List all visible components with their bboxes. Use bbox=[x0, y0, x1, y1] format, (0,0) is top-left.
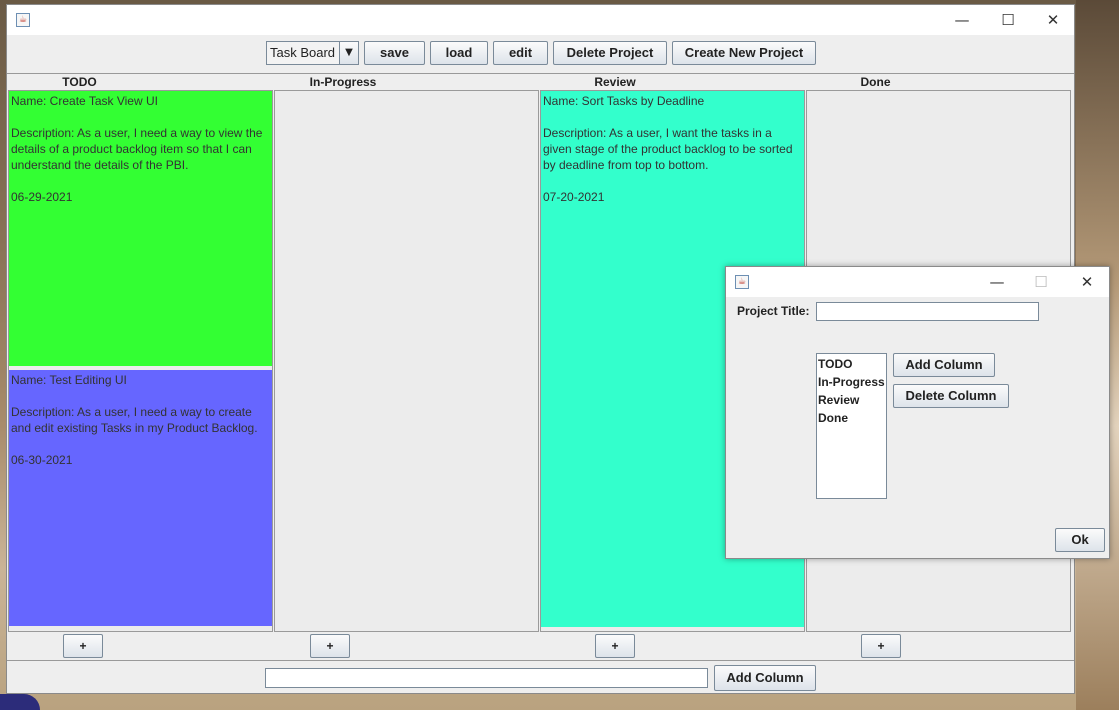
add-task-button-review[interactable]: + bbox=[595, 634, 635, 658]
add-task-button-todo[interactable]: + bbox=[63, 634, 103, 658]
list-item[interactable]: Review bbox=[818, 391, 885, 409]
bottom-bar: Add Column bbox=[7, 665, 1074, 691]
edit-button[interactable]: edit bbox=[493, 41, 548, 65]
save-button[interactable]: save bbox=[364, 41, 425, 65]
ok-button[interactable]: Ok bbox=[1055, 528, 1105, 552]
column-in-progress bbox=[274, 90, 539, 632]
task-name: Name: Create Task View UI bbox=[11, 94, 158, 108]
task-description: Description: As a user, I want the tasks… bbox=[543, 126, 793, 172]
list-item[interactable]: Done bbox=[818, 409, 885, 427]
add-column-button[interactable]: Add Column bbox=[714, 665, 816, 691]
minimize-button[interactable]: — bbox=[939, 5, 985, 35]
column-header-in-progress: In-Progress bbox=[309, 75, 377, 89]
column-header-todo: TODO bbox=[62, 75, 97, 89]
column-header-done: Done bbox=[860, 75, 891, 89]
dialog-close-button[interactable]: ✕ bbox=[1064, 267, 1110, 297]
task-card[interactable]: Name: Test Editing UI Description: As a … bbox=[9, 370, 272, 626]
toolbar: Task Board ▼ save load edit Delete Proje… bbox=[7, 41, 1074, 67]
task-description: Description: As a user, I need a way to … bbox=[11, 405, 258, 435]
java-app-icon: ☕ bbox=[16, 13, 30, 27]
list-item[interactable]: TODO bbox=[818, 355, 885, 373]
view-select-value: Task Board bbox=[270, 45, 336, 60]
task-name: Name: Sort Tasks by Deadline bbox=[543, 94, 705, 108]
view-select[interactable]: Task Board ▼ bbox=[266, 41, 359, 65]
task-date: 07-20-2021 bbox=[543, 190, 605, 204]
create-project-button[interactable]: Create New Project bbox=[672, 41, 816, 65]
add-task-button-in-progress[interactable]: + bbox=[310, 634, 350, 658]
dialog-minimize-button[interactable]: — bbox=[974, 267, 1020, 297]
delete-project-button[interactable]: Delete Project bbox=[553, 41, 667, 65]
list-item[interactable]: In-Progress bbox=[818, 373, 885, 391]
dialog-delete-column-button[interactable]: Delete Column bbox=[893, 384, 1009, 408]
dialog-maximize-button: ☐ bbox=[1034, 273, 1048, 291]
column-name-input[interactable] bbox=[265, 668, 708, 688]
task-name: Name: Test Editing UI bbox=[11, 373, 127, 387]
add-task-button-done[interactable]: + bbox=[861, 634, 901, 658]
java-app-icon: ☕ bbox=[735, 275, 749, 289]
project-dialog: ☕ — ☐ ✕ Project Title: TODO In-Progress … bbox=[725, 266, 1110, 559]
load-button[interactable]: load bbox=[430, 41, 488, 65]
chevron-down-icon[interactable]: ▼ bbox=[339, 42, 358, 64]
maximize-button[interactable]: ☐ bbox=[985, 5, 1031, 35]
dialog-titlebar: ☕ — ☐ ✕ bbox=[726, 267, 1109, 297]
task-description: Description: As a user, I need a way to … bbox=[11, 126, 263, 172]
project-title-input[interactable] bbox=[816, 302, 1039, 321]
close-button[interactable]: ✕ bbox=[1030, 5, 1076, 35]
desktop-taskbar-edge bbox=[0, 694, 40, 710]
main-titlebar: ☕ — ☐ ✕ bbox=[7, 5, 1074, 35]
project-title-label: Project Title: bbox=[737, 304, 810, 318]
dialog-add-column-button[interactable]: Add Column bbox=[893, 353, 995, 377]
column-todo: Name: Create Task View UI Description: A… bbox=[8, 90, 273, 632]
column-header-review: Review bbox=[594, 75, 636, 89]
column-list[interactable]: TODO In-Progress Review Done bbox=[816, 353, 887, 499]
task-date: 06-29-2021 bbox=[11, 190, 73, 204]
task-card[interactable]: Name: Create Task View UI Description: A… bbox=[9, 91, 272, 366]
task-date: 06-30-2021 bbox=[11, 453, 73, 467]
